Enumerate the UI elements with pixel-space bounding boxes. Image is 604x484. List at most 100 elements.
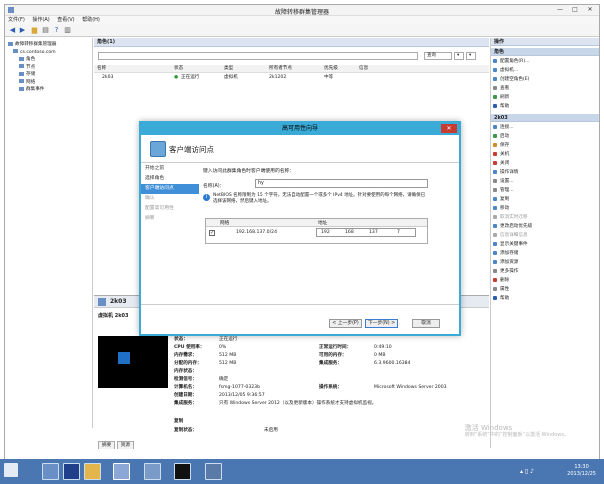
back-arrow-icon[interactable]: ◀ [8,26,17,35]
action-more-actions[interactable]: 更多操作 [493,268,598,276]
name-field[interactable]: hy [255,179,428,188]
action-add-resource[interactable]: 添加资源 [493,259,598,267]
menu-view[interactable]: 查看(V) [54,16,77,24]
action-refresh[interactable]: 刷新 [493,94,598,102]
powershell-icon[interactable] [63,463,80,480]
action-create-empty-role[interactable]: 创建空角色(E) [493,76,598,84]
forward-arrow-icon[interactable]: ▶ [18,26,27,35]
more-icon [493,268,497,273]
tree-cluster-events[interactable]: 群集事件 [5,86,92,94]
query-button[interactable]: 查询 [424,52,452,60]
restore-button[interactable]: □ [568,5,582,14]
menu-file[interactable]: 文件(F) [5,16,28,24]
column-priority[interactable]: 优先级 [324,65,338,73]
name-label: 名称(A)： [203,184,225,189]
cluster-manager-icon [8,41,13,46]
network-value: 192.168.137.0/24 [236,230,278,235]
start-icon [493,133,497,138]
address-column-header: 地址 [318,221,328,226]
close-button[interactable]: ✕ [583,5,597,14]
back-button[interactable]: < 上一步(P) [329,319,362,328]
tree-roles[interactable]: 角色 [5,56,92,64]
action-add-storage[interactable]: 添加存储 [493,250,598,258]
server-manager-icon[interactable] [42,463,59,480]
action-info-details[interactable]: 信息详细信息 [493,232,598,240]
step-before-you-begin[interactable]: 开始之前 [141,164,199,174]
query-options-dropdown[interactable]: ▾ [466,52,476,60]
vm-connection-icon[interactable] [205,463,222,480]
action-view[interactable]: 查看 [493,85,598,93]
tree-cluster[interactable]: cs.contoso.com [5,49,92,57]
column-name[interactable]: 名称 [97,65,106,73]
menu-action[interactable]: 操作(A) [29,16,52,24]
wizard-steps: 开始之前 选择角色 客户端访问点 确认 配置高可用性 摘要 [141,164,199,304]
tab-resources[interactable]: 资源 [116,441,134,449]
column-type[interactable]: 类型 [224,65,233,73]
help-icon[interactable]: ? [52,26,61,35]
toolbar: ◀ ▶ ▆ ▤ ? ▥ [5,24,599,37]
actions-pane: 操作 角色 配置角色(R)... 虚拟机... 创建空角色(E) 查看 刷新 帮… [490,38,599,448]
failover-cluster-manager-icon[interactable] [113,463,130,480]
start-windows-icon[interactable] [4,463,18,477]
action-remove[interactable]: 删除 [493,277,598,285]
step-client-access-point[interactable]: 客户端访问点 [141,184,199,194]
action-cancel-live-migration[interactable]: 取消实时迁移 [493,214,598,222]
tree-networks[interactable]: 网络 [5,79,92,87]
action-help-vm[interactable]: 帮助 [493,295,598,303]
details-tabs: 摘要 资源 [98,441,134,449]
search-input[interactable] [98,52,418,60]
action-properties[interactable]: 属性 [493,286,598,294]
wizard-close-button[interactable]: ✕ [441,124,457,133]
column-owner[interactable]: 所有者节点 [269,65,292,73]
action-save[interactable]: 保存 [493,142,598,150]
tree-storage[interactable]: 存储 [5,71,92,79]
folder-icon[interactable]: ▆ [30,26,39,35]
events-icon [493,241,497,246]
action-details[interactable]: 操作详情 [493,169,598,177]
file-explorer-icon[interactable] [84,463,101,480]
action-settings[interactable]: 设置... [493,178,598,186]
tray-icons[interactable]: ▴ ▯ ♪ [520,468,534,475]
console-icon[interactable]: ▤ [41,26,50,35]
column-status[interactable]: 状态 [174,65,183,73]
clock[interactable]: 13:30 2013/12/25 [567,464,596,478]
network-row-checkbox[interactable]: ✓ [209,230,215,236]
tab-summary[interactable]: 摘要 [98,441,116,449]
row-name: 2k03 [102,75,114,80]
ip-address-field[interactable]: 192 168 137 7 [316,228,416,237]
action-virtual-machines[interactable]: 虚拟机... [493,67,598,75]
step-select-role[interactable]: 选择角色 [141,174,199,184]
action-show-critical-events[interactable]: 显示关键事件 [493,241,598,249]
action-help[interactable]: 帮助 [493,103,598,111]
action-replication[interactable]: 复制 [493,196,598,204]
action-shutdown[interactable]: 关机 [493,151,598,159]
table-row[interactable]: 2k03 ● 正在运行 虚拟机 2k1202 中等 [94,74,489,82]
column-info[interactable]: 信息 [359,65,368,73]
clock-date: 2013/12/25 [567,471,596,477]
hyper-v-manager-icon[interactable] [144,463,161,480]
info-row: 内存状态： [174,369,197,374]
action-change-startup-priority[interactable]: 更改启动优先级 [493,223,598,231]
next-button[interactable]: 下一步(N) > [365,319,398,328]
minimize-button[interactable]: — [553,5,567,14]
cluster-icon [13,49,18,53]
action-configure-role[interactable]: 配置角色(R)... [493,58,598,66]
vm-thumbnail[interactable] [98,336,168,388]
running-status-icon: ● [174,75,179,80]
wizard-footer: < 上一步(P) 下一步(N) > 取消 [141,304,459,334]
tree-root[interactable]: 故障转移群集管理器 [5,41,92,49]
vm-icon [493,67,497,72]
command-prompt-icon[interactable] [174,463,191,480]
tree-nodes[interactable]: 节点 [5,64,92,72]
info-left-column: 状态： 正在运行 CPU 使用率： 0% 内存需求： 512 MB 分配的内存： 512… [174,336,376,408]
query-dropdown[interactable]: ▾ [454,52,464,60]
actions-header: 操作 [491,38,599,46]
action-turn-off[interactable]: 关闭 [493,160,598,168]
action-move[interactable]: 移动 [493,205,598,213]
action-start[interactable]: 启动 [493,133,598,141]
action-connect[interactable]: 连接... [493,124,598,132]
action-manage[interactable]: 管理... [493,187,598,195]
panel-icon[interactable]: ▥ [63,26,72,35]
cancel-button[interactable]: 取消 [412,319,440,328]
menu-help[interactable]: 帮助(H) [79,16,103,24]
